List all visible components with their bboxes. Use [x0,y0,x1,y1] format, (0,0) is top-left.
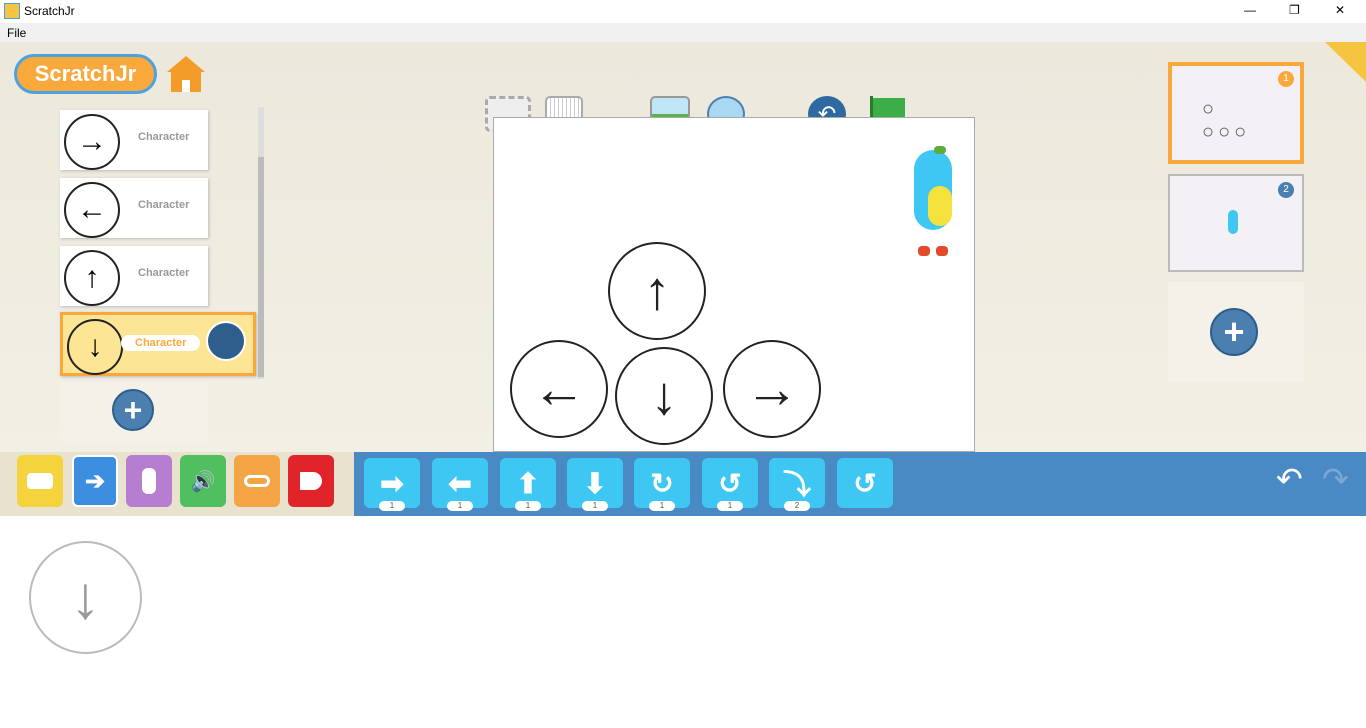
stage[interactable]: ↑ ← ↓ → [493,117,975,452]
block-move-right[interactable]: ➡ 1 [364,458,420,511]
sprite-thumbnail: ↓ [67,319,123,375]
up-arrow-button-sprite[interactable]: ↑ [608,242,706,340]
block-go-home[interactable]: ↺ [837,458,893,508]
end-icon [300,472,322,490]
down-arrow-button-sprite[interactable]: ↓ [615,347,713,445]
hop-icon: ⤵ [782,469,811,500]
block-turn-left[interactable]: ↺ 1 [702,458,758,511]
sprite-thumbnail: → [64,114,120,170]
sprite-name: Character [138,267,190,279]
title-bar: ScratchJr — ❐ ✕ [0,0,1366,23]
sprite-item-selected[interactable]: ↓ Character [60,312,256,376]
sprite-thumbnail: ← [64,182,120,238]
block-count[interactable]: 1 [379,501,405,511]
category-end[interactable] [288,455,334,507]
dragged-sprite-preview[interactable]: ↓ [29,541,142,654]
person-icon [142,468,156,494]
left-arrow-button-sprite[interactable]: ← [510,340,608,438]
block-count[interactable]: 1 [649,501,675,511]
block-count[interactable]: 1 [582,501,608,511]
block-hop[interactable]: ⤵ 2 [769,458,825,511]
move-down-icon: ⬇ [583,467,607,499]
sprite-item[interactable]: → Character [60,110,208,170]
block-move-up[interactable]: ⬆ 1 [500,458,556,511]
trigger-icon [27,473,53,489]
menu-file[interactable]: File [7,26,26,40]
category-motion[interactable]: ➔ [72,455,118,507]
category-triggering[interactable] [17,455,63,507]
page-number: 1 [1278,71,1294,87]
redo-button[interactable]: ↷ [1322,460,1349,498]
page-corner-icon[interactable] [1325,42,1366,82]
page-thumbnail-1[interactable]: 1 ○ ○○○ [1168,62,1304,164]
block-turn-right[interactable]: ↻ 1 [634,458,690,511]
move-up-icon: ⬆ [516,467,540,499]
sprite-item[interactable]: ← Character [60,178,208,238]
sprite-name: Character [138,131,190,143]
home-icon[interactable] [167,56,205,92]
turn-left-icon: ↺ [718,467,742,499]
block-count[interactable]: 1 [447,501,473,511]
go-home-icon: ↺ [853,467,877,499]
add-page-button[interactable]: + [1210,308,1258,356]
category-control[interactable] [234,455,280,507]
maximize-button[interactable]: ❐ [1289,3,1300,17]
window-title: ScratchJr [24,4,75,18]
paintbrush-icon[interactable] [206,321,246,361]
add-sprite-button[interactable]: + [112,389,154,431]
app-icon [4,3,20,19]
category-sound[interactable]: 🔊 [180,455,226,507]
block-move-left[interactable]: ⬅ 1 [432,458,488,511]
character-sprite[interactable] [906,146,956,263]
close-button[interactable]: ✕ [1335,3,1345,17]
page-preview-arrows: ○ ○○○ [1202,98,1251,143]
move-right-icon: ➡ [380,467,404,499]
scratchjr-logo: ScratchJr [14,54,157,94]
speaker-icon: 🔊 [190,470,216,493]
sprite-list-scrollbar[interactable] [258,107,264,379]
page-thumbnail-2[interactable]: 2 [1168,174,1304,272]
menu-bar: File [0,23,1366,42]
sprite-thumbnail: ↑ [64,250,120,306]
category-looks[interactable] [126,455,172,507]
block-count[interactable]: 1 [515,501,541,511]
block-count[interactable]: 2 [784,501,810,511]
page-number: 2 [1278,182,1294,198]
control-icon [244,475,270,487]
undo-button[interactable]: ↶ [1276,460,1303,498]
turn-right-icon: ↻ [650,467,674,499]
sprite-item[interactable]: ↑ Character [60,246,208,306]
sprite-name: Character [138,199,190,211]
sprite-name: Character [121,335,201,351]
character-thumbnail [1228,210,1238,234]
block-move-down[interactable]: ⬇ 1 [567,458,623,511]
move-left-icon: ⬅ [448,467,472,499]
block-count[interactable]: 1 [717,501,743,511]
right-arrow-button-sprite[interactable]: → [723,340,821,438]
minimize-button[interactable]: — [1244,3,1256,17]
